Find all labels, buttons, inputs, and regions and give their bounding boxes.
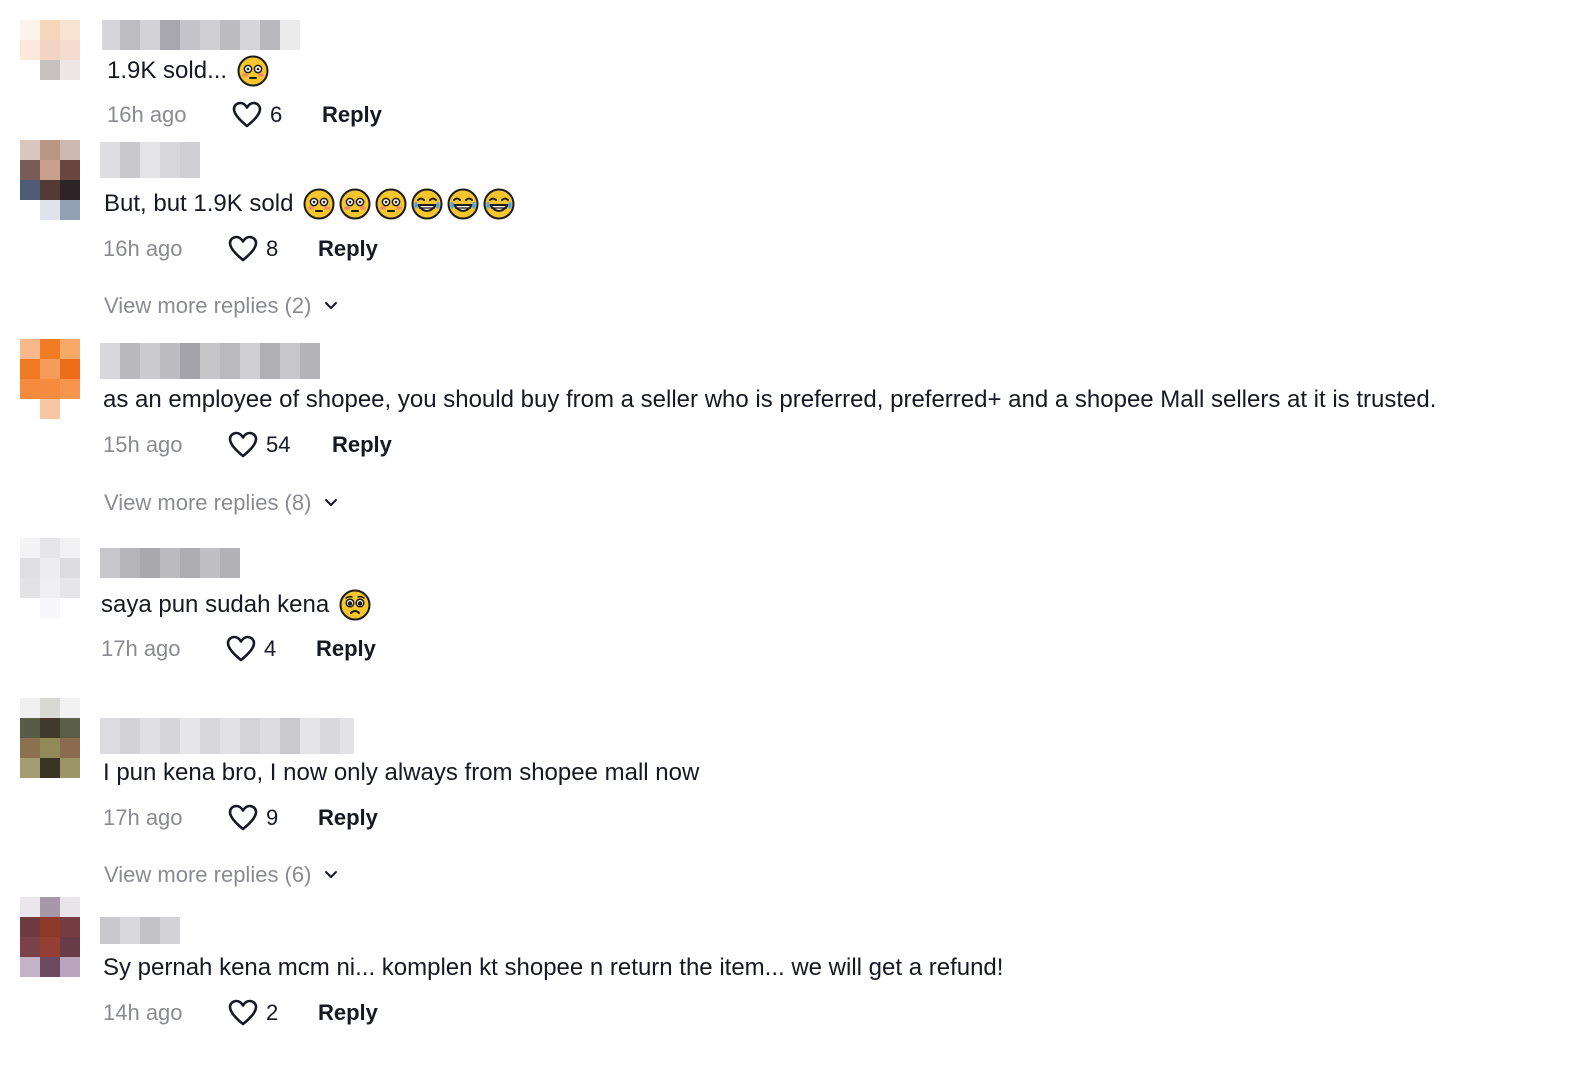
comment-actions: 14h ago 2 Reply xyxy=(103,998,378,1028)
like-count: 9 xyxy=(266,805,279,830)
comment-text-row: But, but 1.9K sold xyxy=(104,188,515,220)
comment-text: I pun kena bro, I now only always from s… xyxy=(103,759,700,786)
view-more-replies-label: View more replies (2) xyxy=(104,293,312,318)
comment-actions: 15h ago 54 Reply xyxy=(103,430,392,460)
tears-of-joy-emoji xyxy=(411,188,443,220)
avatar[interactable] xyxy=(20,339,80,419)
comment-actions: 17h ago 9 Reply xyxy=(103,803,378,833)
like-button[interactable]: 2 xyxy=(228,999,318,1027)
comment-text: saya pun sudah kena xyxy=(101,591,330,618)
comment-text: Sy pernah kena mcm ni... komplen kt shop… xyxy=(103,954,1004,981)
comment-text-row: 1.9K sold... xyxy=(107,55,269,87)
flushed-face-emoji xyxy=(237,55,269,87)
avatar[interactable] xyxy=(20,897,80,977)
avatar[interactable] xyxy=(20,698,80,778)
like-button[interactable]: 4 xyxy=(226,635,316,663)
timestamp: 14h ago xyxy=(103,1000,183,1025)
heart-outline-icon xyxy=(228,999,258,1026)
heart-outline-icon xyxy=(228,804,258,831)
username[interactable] xyxy=(100,718,354,754)
like-button[interactable]: 9 xyxy=(228,804,318,832)
timestamp: 17h ago xyxy=(101,636,181,661)
tears-of-joy-emoji xyxy=(483,188,515,220)
username[interactable] xyxy=(102,20,300,50)
reply-button[interactable]: Reply xyxy=(318,1000,378,1026)
comment-text: as an employee of shopee, you should buy… xyxy=(103,386,1437,413)
view-more-replies-button[interactable]: View more replies (8) xyxy=(104,490,339,516)
comment-text-row: saya pun sudah kena xyxy=(101,589,371,621)
timestamp: 15h ago xyxy=(103,432,183,457)
view-more-replies-label: View more replies (8) xyxy=(104,490,312,515)
reply-button[interactable]: Reply xyxy=(322,102,382,128)
timestamp: 16h ago xyxy=(103,236,183,261)
avatar[interactable] xyxy=(20,140,80,220)
comment-text-row: as an employee of shopee, you should buy… xyxy=(103,385,1436,415)
like-button[interactable]: 6 xyxy=(232,101,322,129)
like-button[interactable]: 54 xyxy=(228,431,332,459)
comment-text: But, but 1.9K sold xyxy=(104,190,294,217)
comment-actions: 16h ago 8 Reply xyxy=(103,234,378,264)
comment-actions: 16h ago 6 Reply xyxy=(107,100,382,130)
reply-button[interactable]: Reply xyxy=(318,805,378,831)
comment-text: 1.9K sold... xyxy=(107,57,228,84)
heart-outline-icon xyxy=(226,635,256,662)
view-more-replies-label: View more replies (6) xyxy=(104,862,312,887)
heart-outline-icon xyxy=(228,431,258,458)
like-button[interactable]: 8 xyxy=(228,235,318,263)
avatar[interactable] xyxy=(20,20,80,100)
reply-button[interactable]: Reply xyxy=(332,432,392,458)
like-count: 54 xyxy=(266,432,291,457)
timestamp: 16h ago xyxy=(107,102,187,127)
flushed-face-emoji xyxy=(303,188,335,220)
comment-actions: 17h ago 4 Reply xyxy=(101,634,376,664)
flushed-face-emoji xyxy=(375,188,407,220)
comment-text-row: I pun kena bro, I now only always from s… xyxy=(103,758,699,788)
username[interactable] xyxy=(100,343,320,379)
chevron-down-icon xyxy=(325,871,338,878)
view-more-replies-button[interactable]: View more replies (6) xyxy=(104,862,339,888)
timestamp: 17h ago xyxy=(103,805,183,830)
flushed-face-emoji xyxy=(339,188,371,220)
like-count: 6 xyxy=(270,102,283,127)
reply-button[interactable]: Reply xyxy=(318,236,378,262)
avatar[interactable] xyxy=(20,538,80,618)
view-more-replies-button[interactable]: View more replies (2) xyxy=(104,293,339,319)
reply-button[interactable]: Reply xyxy=(316,636,376,662)
username[interactable] xyxy=(100,917,180,944)
like-count: 4 xyxy=(264,636,277,661)
comment-text-row: Sy pernah kena mcm ni... komplen kt shop… xyxy=(103,953,1003,983)
chevron-down-icon xyxy=(325,499,338,506)
like-count: 2 xyxy=(266,1000,279,1025)
chevron-down-icon xyxy=(325,302,338,309)
heart-outline-icon xyxy=(232,101,262,128)
like-count: 8 xyxy=(266,236,279,261)
pleading-face-emoji xyxy=(339,589,371,621)
username[interactable] xyxy=(100,142,200,178)
username[interactable] xyxy=(100,548,240,578)
heart-outline-icon xyxy=(228,235,258,262)
tears-of-joy-emoji xyxy=(447,188,479,220)
